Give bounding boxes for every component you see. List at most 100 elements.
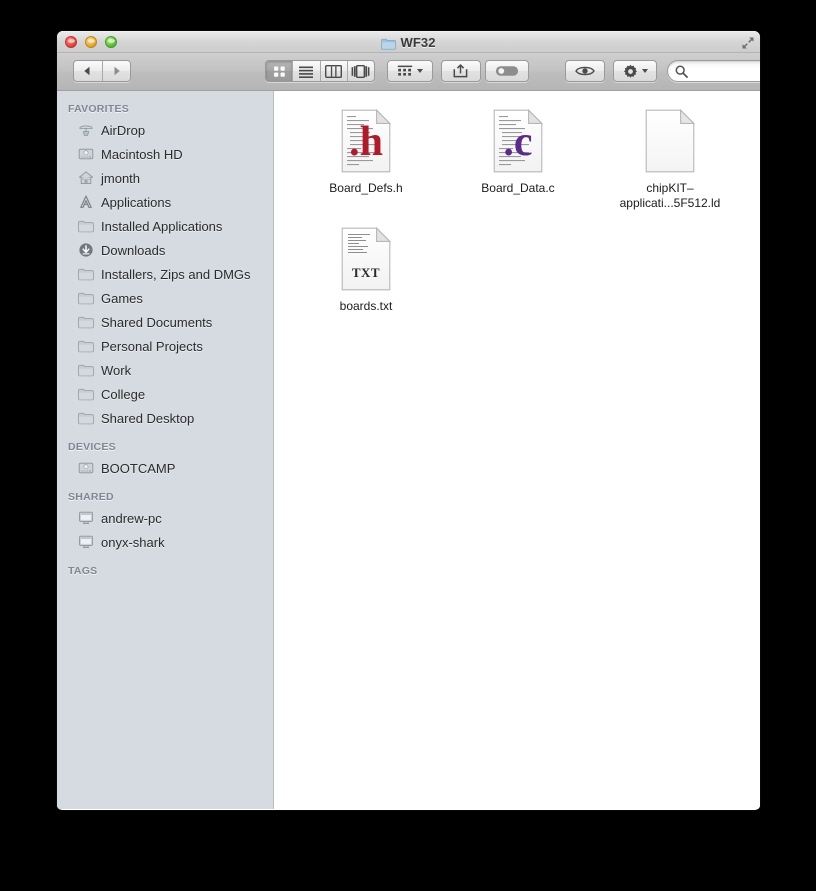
sidebar-item-label: jmonth [101, 170, 141, 186]
folder-icon [78, 290, 94, 306]
airdrop-icon [78, 122, 94, 138]
sidebar-item-label: College [101, 386, 146, 402]
folder-icon [78, 362, 94, 378]
file-name-line-2: applicati...5F512.ld [619, 196, 721, 210]
sidebar-item-personal-projects[interactable]: Personal Projects [57, 334, 273, 358]
svg-text:.h: .h [349, 119, 383, 165]
window-body: FAVORITES AirDrop Macintosh HD jmonth Ap… [57, 91, 760, 809]
computer-icon [78, 510, 94, 526]
file-item[interactable]: TXT boards.txt [290, 221, 442, 324]
sidebar-item-label: Personal Projects [101, 338, 203, 354]
blank-document-icon [638, 109, 702, 175]
sidebar-item-label: onyx-shark [101, 534, 165, 550]
file-item[interactable]: chipKIT– applicati...5F512.ld [594, 103, 746, 221]
sidebar-item-airdrop[interactable]: AirDrop [57, 118, 273, 142]
folder-icon [78, 410, 94, 426]
downloads-icon [78, 242, 94, 258]
harddisk-icon [78, 460, 94, 476]
eye-icon [575, 66, 595, 76]
gear-icon [623, 64, 637, 78]
sidebar-item-applications[interactable]: Applications [57, 190, 273, 214]
finder-window: WF32 FAVORITES AirDrop Macintosh HD jmon… [57, 31, 760, 810]
sidebar-item-label: Installers, Zips and DMGs [101, 266, 251, 282]
sidebar-item-macintosh-hd[interactable]: Macintosh HD [57, 142, 273, 166]
sidebar-item-work[interactable]: Work [57, 358, 273, 382]
sidebar-item-jmonth[interactable]: jmonth [57, 166, 273, 190]
back-button[interactable] [74, 61, 102, 81]
share-button[interactable] [441, 60, 481, 82]
file-item[interactable]: .h Board_Defs.h [290, 103, 442, 221]
source-file-c-icon: .c [486, 109, 550, 175]
icon-grid: .h Board_Defs.h .c Board_Data.c chipKIT–… [274, 103, 760, 324]
search-input[interactable] [692, 64, 760, 78]
view-mode-segmented-control [265, 60, 375, 82]
search-field[interactable] [667, 60, 760, 82]
chevron-down-icon [417, 69, 423, 73]
forward-button[interactable] [101, 61, 131, 81]
icon-view-button[interactable] [266, 61, 293, 81]
sidebar-section-tags-header: TAGS [68, 565, 98, 577]
coverflow-view-button[interactable] [346, 61, 374, 81]
list-view-button[interactable] [292, 61, 319, 81]
sidebar-item-andrew-pc[interactable]: andrew-pc [57, 506, 273, 530]
window-title: WF32 [57, 35, 760, 53]
folder-icon [78, 266, 94, 282]
sidebar: FAVORITES AirDrop Macintosh HD jmonth Ap… [57, 91, 274, 809]
sidebar-item-label: AirDrop [101, 122, 146, 138]
file-name-label: chipKIT– applicati...5F512.ld [620, 181, 721, 211]
sidebar-item-label: Downloads [101, 242, 166, 258]
sidebar-item-label: Games [101, 290, 143, 306]
sidebar-item-downloads[interactable]: Downloads [57, 238, 273, 262]
computer-icon [78, 534, 94, 550]
sidebar-section-shared-header: SHARED [68, 491, 114, 503]
tag-button[interactable] [485, 60, 529, 82]
share-icon [453, 64, 467, 78]
sidebar-item-shared-documents[interactable]: Shared Documents [57, 310, 273, 334]
sidebar-item-label: Shared Desktop [101, 410, 195, 426]
sidebar-item-installers-zips-and-dmgs[interactable]: Installers, Zips and DMGs [57, 262, 273, 286]
arrange-icon [397, 65, 413, 76]
sidebar-item-college[interactable]: College [57, 382, 273, 406]
search-icon [675, 65, 688, 78]
arrange-button[interactable] [387, 60, 433, 82]
file-name-line-1: chipKIT– [646, 181, 694, 195]
file-item[interactable]: .c Board_Data.c [442, 103, 594, 221]
folder-icon [78, 386, 94, 402]
window-title-text: WF32 [400, 35, 436, 50]
folder-icon [78, 338, 94, 354]
desktop-background: WF32 FAVORITES AirDrop Macintosh HD jmon… [0, 0, 816, 891]
sidebar-item-games[interactable]: Games [57, 286, 273, 310]
navigation-segmented-control [73, 60, 131, 82]
folder-icon [381, 38, 397, 53]
file-name-label: Board_Data.c [481, 181, 555, 195]
sidebar-item-label: BOOTCAMP [101, 460, 176, 476]
window-titlebar[interactable]: WF32 [57, 31, 760, 53]
sidebar-item-label: Work [101, 362, 132, 378]
fullscreen-button[interactable] [741, 36, 755, 50]
sidebar-item-label: Installed Applications [101, 218, 223, 234]
file-name-label: Board_Defs.h [329, 181, 403, 195]
file-browser-content[interactable]: .h Board_Defs.h .c Board_Data.c chipKIT–… [274, 91, 760, 809]
home-icon [78, 170, 94, 186]
sidebar-item-shared-desktop[interactable]: Shared Desktop [57, 406, 273, 430]
svg-text:.c: .c [503, 119, 532, 165]
text-file-icon: TXT [334, 227, 398, 293]
folder-icon [78, 218, 94, 234]
sidebar-section-devices-header: DEVICES [68, 441, 116, 453]
sidebar-section-favorites-header: FAVORITES [68, 103, 129, 115]
chevron-down-icon [641, 69, 648, 73]
column-view-button[interactable] [319, 61, 347, 81]
harddisk-icon [78, 146, 94, 162]
svg-text:TXT: TXT [352, 265, 380, 280]
applications-icon [78, 194, 94, 210]
sidebar-item-bootcamp[interactable]: BOOTCAMP [57, 456, 273, 480]
sidebar-item-label: Applications [101, 194, 172, 210]
sidebar-item-label: Macintosh HD [101, 146, 183, 162]
action-button[interactable] [613, 60, 657, 82]
file-name-label: boards.txt [339, 299, 393, 313]
folder-icon [78, 314, 94, 330]
sidebar-item-installed-applications[interactable]: Installed Applications [57, 214, 273, 238]
sidebar-item-onyx-shark[interactable]: onyx-shark [57, 530, 273, 554]
quicklook-button[interactable] [565, 60, 605, 82]
finder-toolbar [57, 53, 760, 91]
